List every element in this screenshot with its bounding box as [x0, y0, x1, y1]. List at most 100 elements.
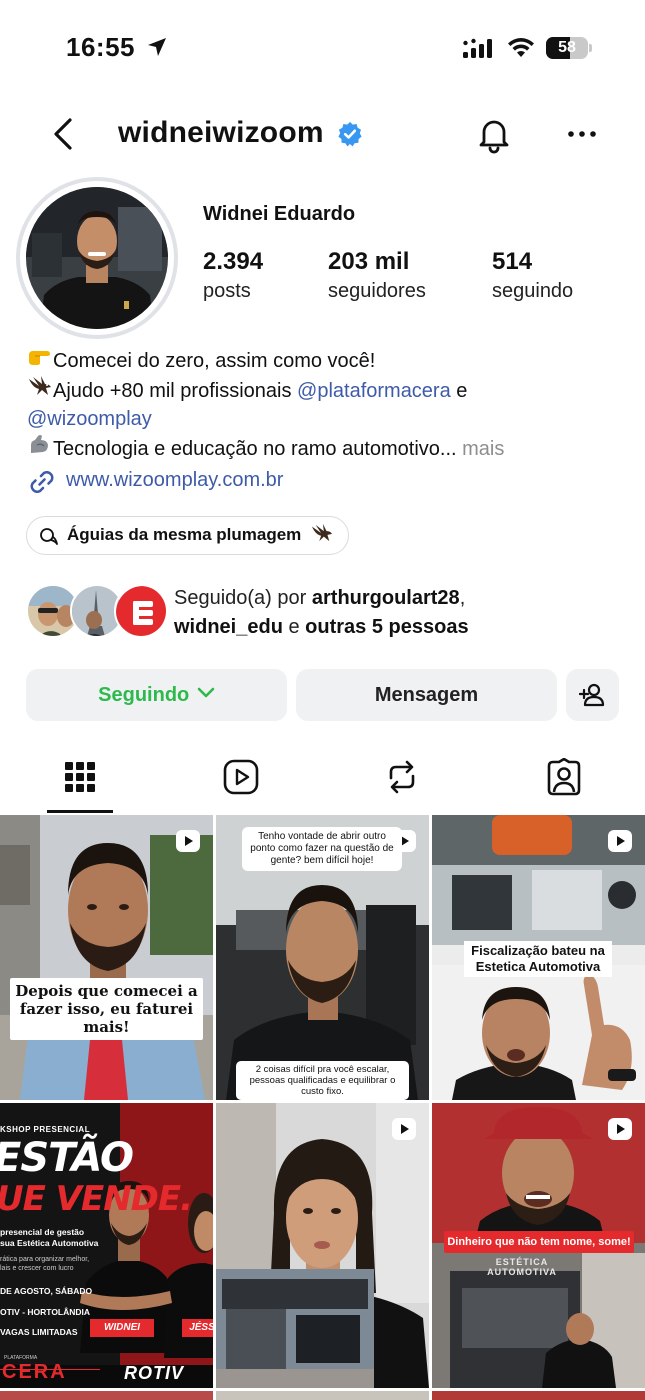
post-caption: Depois que comecei a fazer isso, eu fatu… [10, 978, 203, 1040]
stat-label: seguidores [328, 280, 426, 302]
profile-full-name: Widnei Eduardo [203, 203, 356, 225]
profile-username: widneiwizoom [118, 116, 324, 149]
followed-by-middle: e [282, 616, 306, 638]
post-text: rática para organizar melhor, [0, 1256, 90, 1263]
post-caption: Tenho vontade de abrir outro ponto como … [242, 827, 402, 871]
more-options-icon[interactable] [566, 122, 598, 146]
post-thumbnail[interactable] [216, 1103, 429, 1388]
grid-icon[interactable] [61, 758, 99, 796]
post-text: CERA [2, 1361, 67, 1383]
repost-icon[interactable] [383, 758, 421, 796]
reel-indicator-icon [608, 830, 632, 852]
post-text: lais e crescer com lucro [0, 1265, 74, 1272]
chat-bubble-icon [40, 528, 58, 545]
followed-by-prefix: Seguido(a) por [174, 587, 312, 609]
chevron-down-icon [197, 687, 215, 698]
post-text: ROTIV [124, 1363, 185, 1383]
message-label: Mensagem [374, 684, 479, 706]
post-thumbnail[interactable]: Fiscalização bateu na Estetica Automotiv… [432, 815, 645, 1100]
following-label: Seguindo [98, 684, 190, 706]
post-text: VAGAS LIMITADAS [0, 1327, 78, 1337]
battery-percent: 58 [558, 39, 576, 56]
post-thumbnail[interactable]: Depois que comecei a fazer isso, eu fatu… [0, 815, 213, 1100]
tagged-icon[interactable] [545, 758, 583, 796]
profile-header: widneiwizoom [0, 100, 645, 166]
bio-text: Tecnologia e educação no ramo automotivo… [53, 438, 457, 460]
eagle-icon [27, 375, 53, 405]
following-count[interactable]: 514 seguindo [492, 248, 573, 303]
post-text: DE AGOSTO, SÁBADO [0, 1286, 93, 1296]
follower-username[interactable]: widnei_edu [174, 616, 283, 638]
post-text: presencial de gestão [0, 1227, 85, 1237]
stat-value: 2.394 [203, 248, 264, 275]
follower-avatar [114, 584, 168, 638]
profile-tabs [0, 748, 645, 814]
notification-bell-icon[interactable] [474, 114, 514, 154]
post-thumbnail[interactable] [216, 1391, 429, 1400]
profile-bio: Comecei do zero, assim como você! Ajudo … [27, 347, 627, 463]
following-button[interactable]: Seguindo [26, 669, 287, 721]
reel-indicator-icon [176, 830, 200, 852]
profile-avatar[interactable] [26, 187, 168, 329]
post-caption: 2 coisas difícil pra você escalar, pesso… [236, 1061, 409, 1100]
battery-indicator: 58 [546, 37, 592, 59]
suggest-users-button[interactable] [566, 669, 619, 721]
reel-indicator-icon [608, 1118, 632, 1140]
post-thumbnail[interactable] [0, 1391, 213, 1400]
post-thumbnail[interactable]: Dinheiro que não tem nome, some! ESTÉTIC… [432, 1103, 645, 1388]
followed-by-text: Seguido(a) por arthurgoulart28, widnei_e… [174, 584, 469, 642]
back-arrow-icon[interactable] [48, 114, 78, 154]
flexed-arm-icon [27, 433, 53, 463]
follower-username[interactable]: arthurgoulart28 [312, 587, 460, 609]
bio-text: Comecei do zero, assim como você! [53, 350, 376, 372]
followers-count[interactable]: 203 mil seguidores [328, 248, 426, 303]
eagle-icon [312, 523, 333, 542]
followed-by-section[interactable]: Seguido(a) por arthurgoulart28, widnei_e… [26, 584, 626, 642]
mention-plataformacera-link[interactable]: @plataformacera [297, 380, 451, 402]
post-text: sua Estética Automotiva [0, 1238, 99, 1248]
post-thumbnail[interactable] [432, 1391, 645, 1400]
reels-icon[interactable] [222, 758, 260, 796]
posts-grid: Depois que comecei a fazer isso, eu fatu… [0, 815, 645, 1400]
selected-tab-indicator [47, 810, 113, 813]
website-url[interactable]: www.wizoomplay.com.br [66, 469, 283, 492]
verified-badge-icon [338, 122, 362, 147]
stat-value: 203 mil [328, 248, 410, 275]
mention-wizoomplay-link[interactable]: @wizoomplay [27, 408, 152, 430]
bio-text: Ajudo +80 mil profissionais [53, 380, 298, 402]
posts-count[interactable]: 2.394 posts [203, 248, 263, 303]
stat-value: 514 [492, 248, 533, 275]
bio-text: e [450, 380, 468, 402]
post-text: WIDNEI [90, 1319, 154, 1337]
post-thumbnail[interactable]: KSHOP PRESENCIAL ESTÃO UE VENDE. presenc… [0, 1103, 213, 1388]
location-arrow-icon [148, 38, 166, 56]
status-time: 16:55 [66, 32, 135, 62]
post-text: ESTÃO [0, 1135, 134, 1181]
chip-label: Águias da mesma plumagem [67, 525, 302, 544]
post-caption: Dinheiro que não tem nome, some! [444, 1231, 634, 1253]
bio-line-3: @wizoomplay [27, 405, 627, 433]
reel-indicator-icon [392, 1118, 416, 1140]
bio-more-link[interactable]: mais [457, 438, 504, 460]
wifi-icon [508, 38, 534, 57]
stat-label: posts [203, 280, 251, 302]
post-text: ESTÉTICA AUTOMOTIVA [487, 1257, 557, 1277]
pointing-hand-icon [27, 347, 53, 375]
bio-line-1: Comecei do zero, assim como você! [27, 347, 627, 375]
status-bar: 16:55 58 [0, 0, 645, 96]
threads-community-chip[interactable]: Águias da mesma plumagem [26, 516, 350, 555]
add-user-icon [578, 683, 604, 707]
link-icon [30, 471, 54, 493]
post-thumbnail[interactable]: Tenho vontade de abrir outro ponto como … [216, 815, 429, 1100]
post-text: OTIV - HORTOLÂNDIA [0, 1307, 91, 1317]
post-text: KSHOP PRESENCIAL [0, 1125, 91, 1134]
post-caption: Fiscalização bateu na Estetica Automotiv… [464, 941, 612, 977]
post-text: UE VENDE. [0, 1179, 193, 1219]
separator: , [459, 587, 466, 609]
followed-by-others[interactable]: outras 5 pessoas [305, 616, 468, 638]
cellular-signal-icon [463, 38, 492, 58]
post-text: JÉSS [182, 1319, 213, 1337]
message-button[interactable]: Mensagem [296, 669, 557, 721]
stat-label: seguindo [492, 280, 574, 302]
bio-line-2: Ajudo +80 mil profissionais @plataformac… [27, 375, 627, 405]
